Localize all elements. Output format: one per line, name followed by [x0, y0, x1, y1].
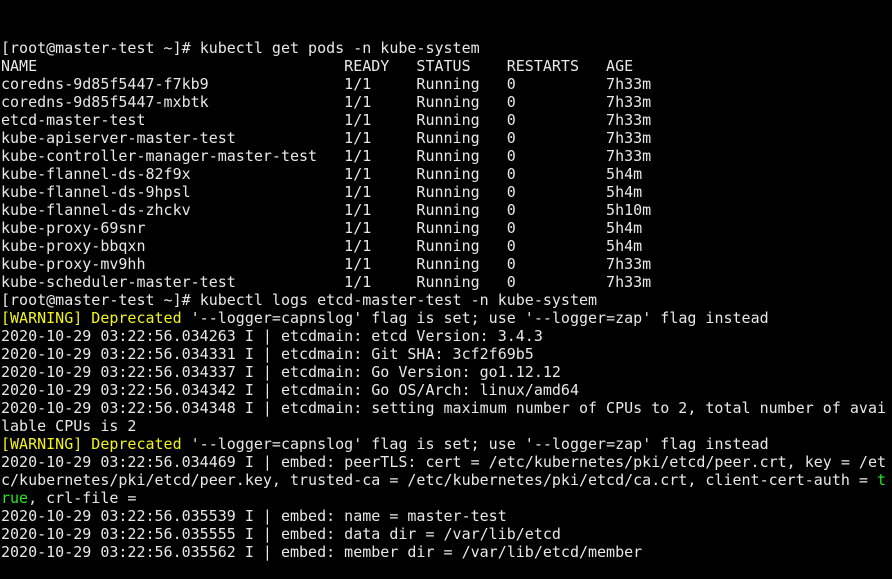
- table-row: kube-proxy-bbqxn 1/1 Running 0 5h4m: [1, 237, 892, 255]
- log-segment: t: [876, 471, 887, 489]
- log-segment: lable CPUs is 2: [1, 417, 137, 435]
- pod-row-text: kube-flannel-ds-9hpsl 1/1 Running 0 5h4m: [1, 183, 643, 201]
- table-header-row: NAME READY STATUS RESTARTS AGE: [1, 57, 892, 75]
- table-row: kube-flannel-ds-82f9x 1/1 Running 0 5h4m: [1, 165, 892, 183]
- shell-prompt: [root@master-test ~]#: [1, 39, 200, 57]
- pod-row-text: coredns-9d85f5447-f7kb9 1/1 Running 0 7h…: [1, 75, 652, 93]
- pod-row-text: kube-controller-manager-master-test 1/1 …: [1, 147, 652, 165]
- table-row: kube-proxy-mv9hh 1/1 Running 0 7h33m: [1, 255, 892, 273]
- log-segment: rue: [1, 489, 29, 507]
- log-segment: '--logger=capnslog' flag is set; use '--…: [181, 309, 769, 327]
- table-row: kube-scheduler-master-test 1/1 Running 0…: [1, 273, 892, 291]
- log-line: 2020-10-29 03:22:56.034348 I | etcdmain:…: [1, 399, 892, 417]
- table-row: coredns-9d85f5447-mxbtk 1/1 Running 0 7h…: [1, 93, 892, 111]
- log-line: 2020-10-29 03:22:56.035555 I | embed: da…: [1, 525, 892, 543]
- table-row: kube-flannel-ds-9hpsl 1/1 Running 0 5h4m: [1, 183, 892, 201]
- log-segment: '--logger=capnslog' flag is set; use '--…: [181, 435, 769, 453]
- log-line: 2020-10-29 03:22:56.034342 I | etcdmain:…: [1, 381, 892, 399]
- log-segment: , crl-file =: [28, 489, 146, 507]
- command-line: [root@master-test ~]# kubectl get pods -…: [1, 39, 892, 57]
- command-text: kubectl logs etcd-master-test -n kube-sy…: [199, 291, 598, 309]
- table-row: kube-proxy-69snr 1/1 Running 0 5h4m: [1, 219, 892, 237]
- pod-row-text: kube-flannel-ds-zhckv 1/1 Running 0 5h10…: [1, 201, 652, 219]
- pod-row-text: etcd-master-test 1/1 Running 0 7h33m: [1, 111, 652, 129]
- log-line: 2020-10-29 03:22:56.034337 I | etcdmain:…: [1, 363, 892, 381]
- log-line: 2020-10-29 03:22:56.034263 I | etcdmain:…: [1, 327, 892, 345]
- table-row: kube-apiserver-master-test 1/1 Running 0…: [1, 129, 892, 147]
- log-segment: 2020-10-29 03:22:56.035562 I | embed: me…: [1, 543, 643, 561]
- table-row: etcd-master-test 1/1 Running 0 7h33m: [1, 111, 892, 129]
- log-segment: [WARNING] Deprecated: [1, 309, 182, 327]
- log-line: rue, crl-file =: [1, 489, 892, 507]
- command-line: [root@master-test ~]# kubectl logs etcd-…: [1, 291, 892, 309]
- log-segment: 2020-10-29 03:22:56.035555 I | embed: da…: [1, 525, 561, 543]
- table-row: coredns-9d85f5447-f7kb9 1/1 Running 0 7h…: [1, 75, 892, 93]
- log-line: lable CPUs is 2: [1, 417, 892, 435]
- pod-row-text: kube-apiserver-master-test 1/1 Running 0…: [1, 129, 652, 147]
- log-segment: 2020-10-29 03:22:56.034348 I | etcdmain:…: [1, 399, 887, 417]
- log-segment: 2020-10-29 03:22:56.034337 I | etcdmain:…: [1, 363, 561, 381]
- log-segment: 2020-10-29 03:22:56.034331 I | etcdmain:…: [1, 345, 534, 363]
- log-line: [WARNING] Deprecated '--logger=capnslog'…: [1, 435, 892, 453]
- table-row: kube-flannel-ds-zhckv 1/1 Running 0 5h10…: [1, 201, 892, 219]
- table-header-text: NAME READY STATUS RESTARTS AGE: [1, 57, 634, 75]
- log-segment: [WARNING] Deprecated: [1, 435, 182, 453]
- log-line: 2020-10-29 03:22:56.035539 I | embed: na…: [1, 507, 892, 525]
- log-line: 2020-10-29 03:22:56.034469 I | embed: pe…: [1, 453, 892, 471]
- log-segment: 2020-10-29 03:22:56.034342 I | etcdmain:…: [1, 381, 579, 399]
- log-line: 2020-10-29 03:22:56.034331 I | etcdmain:…: [1, 345, 892, 363]
- log-segment: 2020-10-29 03:22:56.035539 I | embed: na…: [1, 507, 507, 525]
- pod-row-text: kube-proxy-bbqxn 1/1 Running 0 5h4m: [1, 237, 643, 255]
- pod-row-text: kube-proxy-69snr 1/1 Running 0 5h4m: [1, 219, 643, 237]
- log-line: [WARNING] Deprecated '--logger=capnslog'…: [1, 309, 892, 327]
- command-text: kubectl get pods -n kube-system: [199, 39, 480, 57]
- log-segment: 2020-10-29 03:22:56.034263 I | etcdmain:…: [1, 327, 543, 345]
- terminal-window[interactable]: [root@master-test ~]# kubectl get pods -…: [0, 0, 892, 561]
- log-segment: 2020-10-29 03:22:56.034469 I | embed: pe…: [1, 453, 887, 471]
- pod-row-text: kube-flannel-ds-82f9x 1/1 Running 0 5h4m: [1, 165, 643, 183]
- log-segment: c/kubernetes/pki/etcd/peer.key, trusted-…: [1, 471, 877, 489]
- log-line: c/kubernetes/pki/etcd/peer.key, trusted-…: [1, 471, 892, 489]
- log-line: 2020-10-29 03:22:56.035562 I | embed: me…: [1, 543, 892, 561]
- shell-prompt: [root@master-test ~]#: [1, 291, 200, 309]
- pod-row-text: coredns-9d85f5447-mxbtk 1/1 Running 0 7h…: [1, 93, 652, 111]
- pod-row-text: kube-proxy-mv9hh 1/1 Running 0 7h33m: [1, 255, 652, 273]
- table-row: kube-controller-manager-master-test 1/1 …: [1, 147, 892, 165]
- pod-row-text: kube-scheduler-master-test 1/1 Running 0…: [1, 273, 652, 291]
- terminal-output: [root@master-test ~]# kubectl get pods -…: [1, 39, 892, 561]
